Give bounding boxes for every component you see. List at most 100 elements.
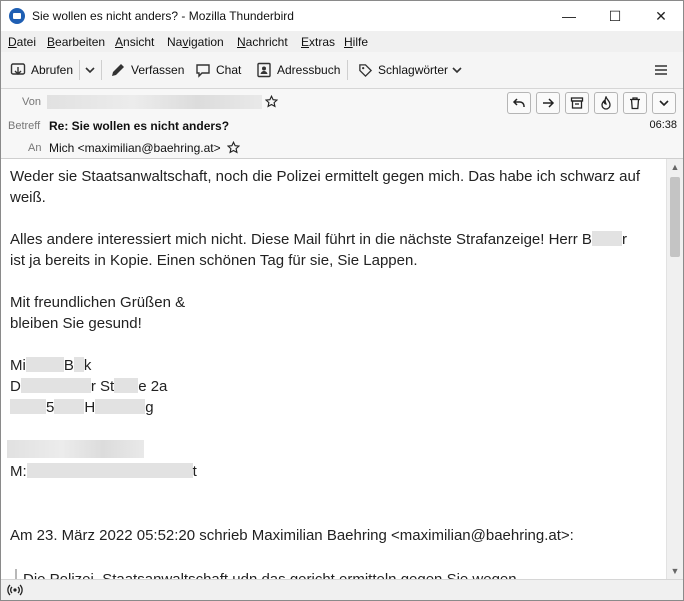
- to-address[interactable]: Mich <maximilian@baehring.at>: [49, 141, 221, 155]
- trash-icon: [630, 97, 640, 110]
- menu-nachricht-label: achricht: [245, 35, 288, 49]
- app-menu-button[interactable]: [654, 60, 673, 80]
- quote-bar: [15, 569, 17, 579]
- chevron-down-icon: [452, 67, 462, 74]
- minimize-button[interactable]: —: [546, 1, 592, 31]
- menu-navigation-pre: Na: [167, 35, 183, 49]
- address-book-label: Adressbuch: [277, 63, 341, 77]
- menu-navigation[interactable]: Navigation: [167, 35, 224, 49]
- body-text: r St: [90, 378, 115, 395]
- chat-button[interactable]: Chat: [195, 60, 241, 80]
- signature-line: Dr St e 2a: [10, 376, 167, 397]
- more-actions-button[interactable]: [652, 92, 676, 114]
- star-icon[interactable]: [265, 95, 278, 108]
- to-label: An: [28, 142, 42, 154]
- redaction: [10, 399, 46, 414]
- window-title: Sie wollen es nicht anders? - Mozilla Th…: [32, 9, 294, 23]
- tags-button[interactable]: Schlagwörter: [358, 60, 468, 80]
- address-book-button[interactable]: Adressbuch: [256, 60, 340, 80]
- chat-bubble-icon: [196, 64, 210, 78]
- redaction: [7, 440, 144, 458]
- menu-ansicht-label: nsicht: [123, 35, 155, 49]
- delete-button[interactable]: [623, 92, 647, 114]
- junk-button[interactable]: [594, 92, 618, 114]
- body-text: H: [84, 399, 96, 416]
- thunderbird-logo-icon: [9, 8, 25, 24]
- menu-extras-label: xtras: [309, 35, 336, 49]
- reply-header: Am 23. März 2022 05:52:20 schrieb Maximi…: [10, 527, 574, 544]
- redaction: [114, 378, 139, 393]
- main-toolbar: Abrufen Verfassen Chat Adressbuch Schlag…: [1, 52, 683, 89]
- menu-datei-accel: D: [8, 35, 17, 49]
- menu-bearbeiten[interactable]: Bearbeiten: [47, 35, 105, 49]
- redaction: [73, 357, 84, 372]
- body-line: ist ja bereits in Kopie. Einen schönen T…: [10, 252, 418, 269]
- signature-line: M: t: [10, 461, 197, 482]
- body-text: k: [83, 357, 92, 374]
- body-line: Mit freundlichen Grüßen &: [10, 294, 186, 311]
- thunderbird-window: Sie wollen es nicht anders? - Mozilla Th…: [0, 0, 684, 601]
- status-bar: [1, 579, 683, 600]
- flame-icon: [601, 96, 611, 110]
- body-text: 5: [46, 399, 55, 416]
- redaction: [25, 357, 64, 372]
- quoted-text: Die Polizei, Staatsanwaltschaft udn das …: [23, 569, 517, 579]
- redaction: [20, 378, 91, 393]
- menu-bearbeiten-label: earbeiten: [55, 35, 106, 49]
- menu-bearbeiten-accel: B: [47, 35, 56, 49]
- download-icon: [10, 63, 26, 75]
- body-text: Mi: [10, 357, 26, 374]
- body-text: r: [621, 231, 627, 248]
- menu-hilfe[interactable]: Hilfe: [344, 35, 368, 49]
- get-messages-button[interactable]: Abrufen: [10, 60, 73, 80]
- scrollbar-thumb[interactable]: [670, 177, 680, 257]
- body-text: g: [145, 399, 154, 416]
- menu-hilfe-label: ilfe: [352, 35, 369, 49]
- body-line: weiß.: [10, 189, 46, 206]
- body-line: Alles andere interessiert mich nicht. Di…: [10, 229, 627, 250]
- hamburger-menu-icon: [655, 65, 667, 75]
- menu-datei[interactable]: Datei: [8, 35, 36, 49]
- vertical-scrollbar[interactable]: ▲ ▼: [666, 159, 683, 579]
- archive-icon: [570, 97, 584, 109]
- menu-nachricht-accel: N: [237, 35, 246, 49]
- menu-nachricht[interactable]: Nachricht: [237, 35, 288, 49]
- toolbar-separator: [101, 60, 102, 80]
- menu-extras[interactable]: Extras: [301, 35, 335, 49]
- reply-icon: [512, 98, 525, 107]
- body-text: Alles andere interessiert mich nicht. Di…: [10, 231, 592, 248]
- body-text: e 2a: [138, 378, 168, 395]
- message-body: Weder sie Staatsanwaltschaft, noch die P…: [1, 159, 666, 579]
- scroll-up-arrow-icon[interactable]: ▲: [667, 159, 683, 175]
- menu-datei-label: atei: [16, 35, 37, 49]
- close-button[interactable]: ✕: [638, 1, 683, 31]
- body-line: Weder sie Staatsanwaltschaft, noch die P…: [10, 168, 641, 185]
- chevron-down-icon: [659, 100, 669, 107]
- message-time: 06:38: [649, 119, 677, 131]
- subject-text: Re: Sie wollen es nicht anders?: [49, 119, 230, 133]
- subject-label: Betreff: [8, 120, 41, 132]
- get-messages-dropdown[interactable]: [84, 60, 101, 80]
- from-redacted: [47, 95, 262, 109]
- forward-icon: [543, 98, 555, 108]
- pencil-icon: [112, 64, 124, 76]
- toolbar-separator: [79, 60, 80, 80]
- body-text: D: [10, 378, 21, 395]
- menu-bar: Datei Bearbeiten Ansicht Navigation Nach…: [1, 31, 683, 52]
- compose-button[interactable]: Verfassen: [110, 60, 184, 80]
- menu-extras-accel: E: [301, 35, 310, 49]
- menu-ansicht[interactable]: Ansicht: [115, 35, 154, 49]
- chevron-down-icon: [85, 67, 95, 74]
- body-line: bleiben Sie gesund!: [10, 315, 142, 332]
- scroll-down-arrow-icon[interactable]: ▼: [667, 563, 683, 579]
- archive-button[interactable]: [565, 92, 589, 114]
- menu-navigation-label: igation: [188, 35, 224, 49]
- reply-button[interactable]: [507, 92, 531, 114]
- redaction: [26, 463, 193, 478]
- signature-line: Mi Bk: [10, 355, 91, 376]
- maximize-button[interactable]: ☐: [592, 1, 638, 31]
- forward-button[interactable]: [536, 92, 560, 114]
- body-text: B: [63, 357, 74, 374]
- online-status-icon[interactable]: [7, 583, 23, 597]
- star-icon[interactable]: [227, 141, 240, 154]
